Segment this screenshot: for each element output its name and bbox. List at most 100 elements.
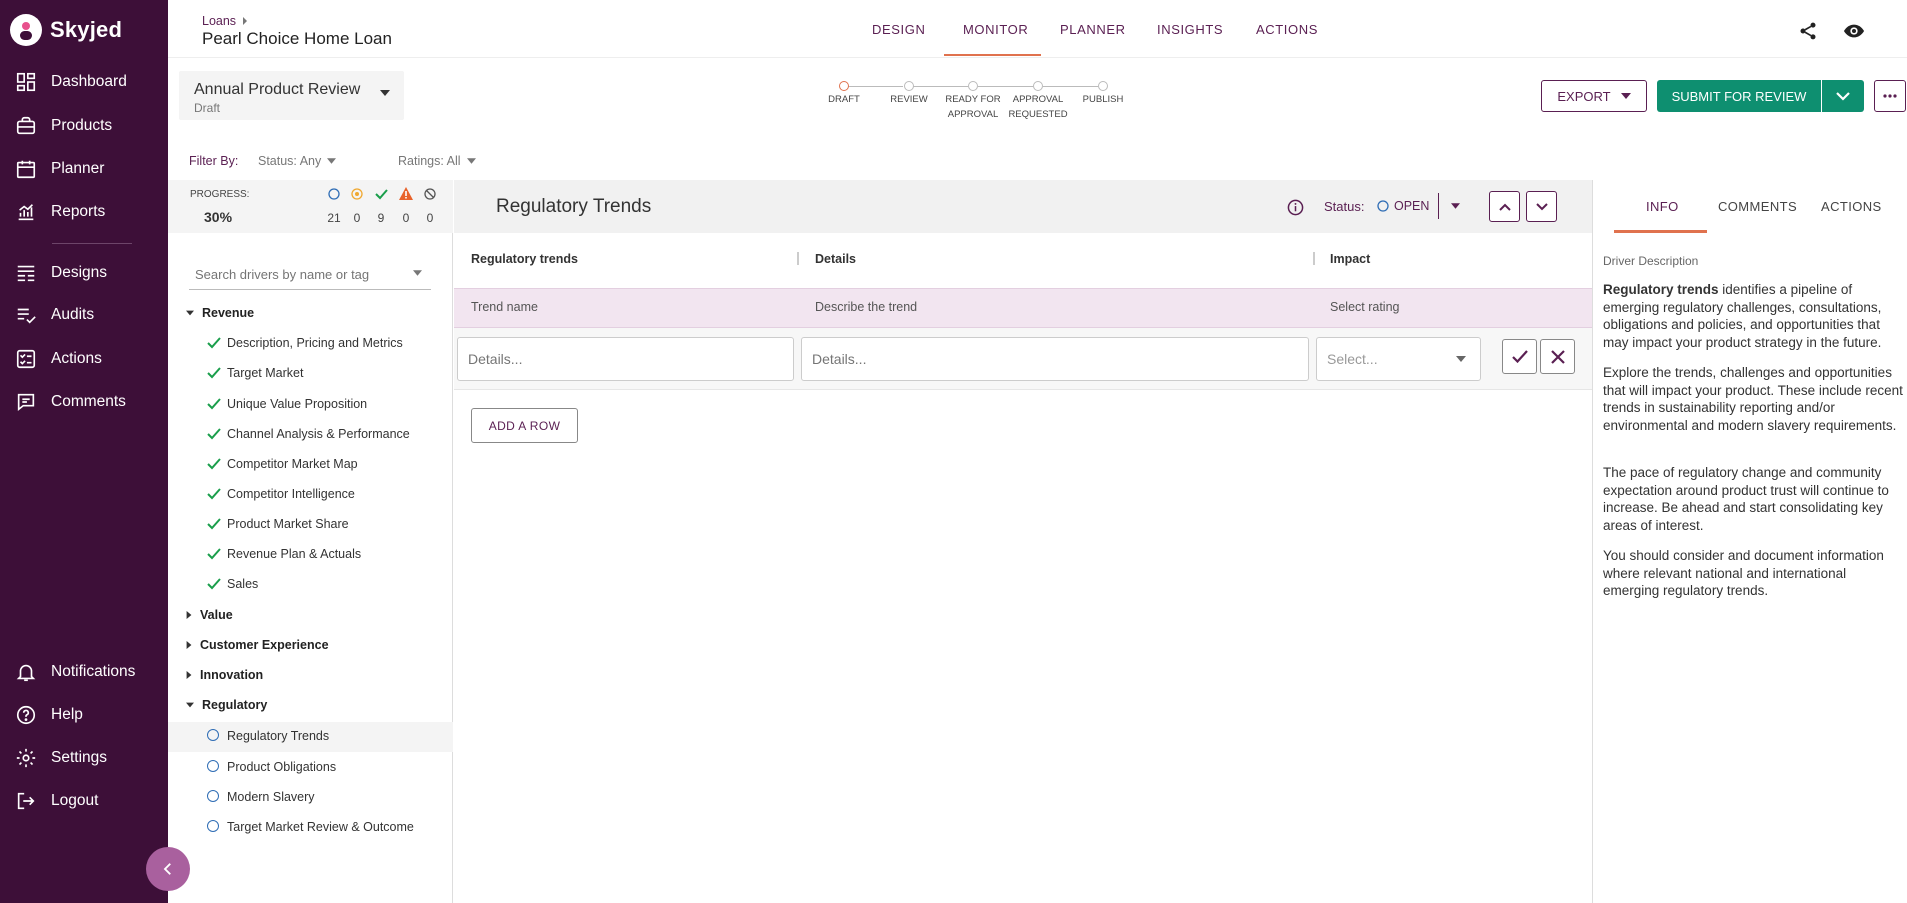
complete-check-icon [207, 518, 221, 530]
driver-description-heading: Driver Description [1603, 254, 1699, 268]
tab-panel-actions[interactable]: ACTIONS [1821, 199, 1882, 214]
step-connector [978, 86, 1033, 87]
driver-item[interactable]: Target Market Review & Outcome [227, 820, 414, 834]
sidebar-item-designs[interactable]: Designs [0, 256, 168, 290]
complete-check-icon [207, 488, 221, 500]
driver-item[interactable]: Unique Value Proposition [227, 397, 367, 411]
app-logo[interactable]: Skyjed [10, 14, 122, 46]
open-status-icon [207, 729, 219, 741]
step-dot-ready [968, 81, 978, 91]
group-customer-experience[interactable]: Customer Experience [186, 638, 329, 652]
select-rating-cell: Select rating [1330, 300, 1400, 314]
export-button[interactable]: EXPORT [1541, 80, 1647, 112]
tab-insights[interactable]: INSIGHTS [1157, 22, 1223, 37]
sidebar-item-reports[interactable]: Reports [0, 195, 168, 229]
sidebar-item-label: Products [51, 117, 113, 134]
sidebar-item-label: Dashboard [51, 73, 127, 90]
tab-planner[interactable]: PLANNER [1060, 22, 1126, 37]
column-header-details: Details [815, 252, 856, 266]
driver-item[interactable]: Channel Analysis & Performance [227, 427, 410, 441]
group-value[interactable]: Value [186, 608, 233, 622]
driver-item[interactable]: Revenue Plan & Actuals [227, 547, 361, 561]
submit-options-button[interactable] [1822, 80, 1864, 112]
step-dot-draft [839, 81, 849, 91]
driver-search[interactable] [189, 258, 431, 290]
count-blocked: 0 [426, 211, 434, 225]
sidebar-item-audits[interactable]: Audits [0, 298, 168, 332]
confirm-row-button[interactable] [1502, 339, 1537, 374]
driver-item[interactable]: Product Market Share [227, 517, 349, 531]
sidebar-item-products[interactable]: Products [0, 109, 168, 143]
description-paragraph-2: Explore the trends, challenges and oppor… [1603, 365, 1903, 433]
sidebar-item-planner[interactable]: Planner [0, 152, 168, 186]
table-row[interactable] [454, 288, 1592, 328]
sidebar-item-label: Designs [51, 264, 107, 281]
ratings-filter[interactable]: Ratings: All [398, 154, 476, 168]
sidebar-item-comments[interactable]: Comments [0, 385, 168, 419]
submit-for-review-button[interactable]: SUBMIT FOR REVIEW [1657, 80, 1821, 112]
complete-check-icon [207, 578, 221, 590]
column-separator [1313, 252, 1315, 265]
impact-select[interactable]: Select... [1316, 337, 1481, 381]
share-icon[interactable] [1798, 21, 1818, 41]
driver-item[interactable]: Competitor Intelligence [227, 487, 355, 501]
actions-icon [16, 349, 36, 369]
driver-item[interactable]: Competitor Market Map [227, 457, 358, 471]
sidebar-item-label: Reports [51, 203, 106, 220]
next-driver-button[interactable] [1526, 191, 1557, 222]
breadcrumb-loans[interactable]: Loans [202, 14, 236, 28]
logout-icon [17, 792, 35, 810]
group-label: Revenue [202, 306, 255, 320]
driver-item[interactable]: Sales [227, 577, 258, 591]
tab-actions[interactable]: ACTIONS [1256, 22, 1318, 37]
step-connector [1043, 86, 1098, 87]
describe-trend-cell: Describe the trend [815, 300, 918, 314]
add-row-button[interactable]: ADD A ROW [471, 408, 578, 443]
group-revenue[interactable]: Revenue [186, 306, 254, 320]
sidebar: Skyjed Dashboard Products Planner Report… [0, 0, 168, 903]
search-input[interactable] [195, 263, 405, 285]
status-value[interactable]: OPEN [1377, 199, 1429, 213]
gear-icon [16, 748, 36, 768]
driver-item-selected[interactable]: Regulatory Trends [227, 729, 329, 743]
export-label: EXPORT [1557, 88, 1611, 104]
description-term: Regulatory trends [1603, 282, 1719, 297]
sidebar-item-dashboard[interactable]: Dashboard [0, 65, 168, 99]
eye-icon[interactable] [1843, 22, 1865, 40]
sidebar-item-label: Comments [51, 393, 126, 410]
cancel-row-button[interactable] [1540, 339, 1575, 374]
app-name: Skyjed [50, 17, 123, 42]
sidebar-item-notifications[interactable]: Notifications [0, 655, 168, 689]
sidebar-item-help[interactable]: Help [0, 698, 168, 732]
group-innovation[interactable]: Innovation [186, 668, 263, 682]
chevron-down-icon [1836, 91, 1850, 101]
tab-monitor[interactable]: MONITOR [963, 22, 1028, 37]
sidebar-item-actions[interactable]: Actions [0, 342, 168, 376]
sidebar-item-label: Notifications [51, 663, 136, 680]
sidebar-item-settings[interactable]: Settings [0, 741, 168, 775]
status-dropdown-icon[interactable] [1451, 203, 1460, 209]
count-warning: 0 [402, 211, 410, 225]
review-selector[interactable]: Annual Product Review Draft [179, 71, 404, 120]
trend-name-input[interactable] [457, 337, 794, 381]
description-paragraph-4: You should consider and document informa… [1603, 548, 1884, 598]
driver-item[interactable]: Modern Slavery [227, 790, 315, 804]
driver-item[interactable]: Product Obligations [227, 760, 336, 774]
driver-item[interactable]: Description, Pricing and Metrics [227, 336, 403, 350]
breadcrumb[interactable]: Loans [202, 14, 249, 28]
step-dot-publish [1098, 81, 1108, 91]
in-progress-status-icon [351, 188, 363, 200]
status-filter[interactable]: Status: Any [258, 154, 337, 168]
sidebar-item-logout[interactable]: Logout [0, 784, 168, 818]
group-regulatory[interactable]: Regulatory [186, 698, 267, 712]
more-options-button[interactable] [1874, 80, 1906, 112]
info-icon[interactable] [1287, 199, 1304, 216]
driver-item[interactable]: Target Market [227, 366, 303, 380]
tab-comments[interactable]: COMMENTS [1718, 199, 1797, 214]
tab-design[interactable]: DESIGN [872, 22, 925, 37]
trend-details-input[interactable] [801, 337, 1309, 381]
info-tab-indicator [1614, 230, 1707, 233]
previous-driver-button[interactable] [1489, 191, 1520, 222]
tab-info[interactable]: INFO [1646, 199, 1679, 214]
caret-right-icon [186, 641, 192, 649]
